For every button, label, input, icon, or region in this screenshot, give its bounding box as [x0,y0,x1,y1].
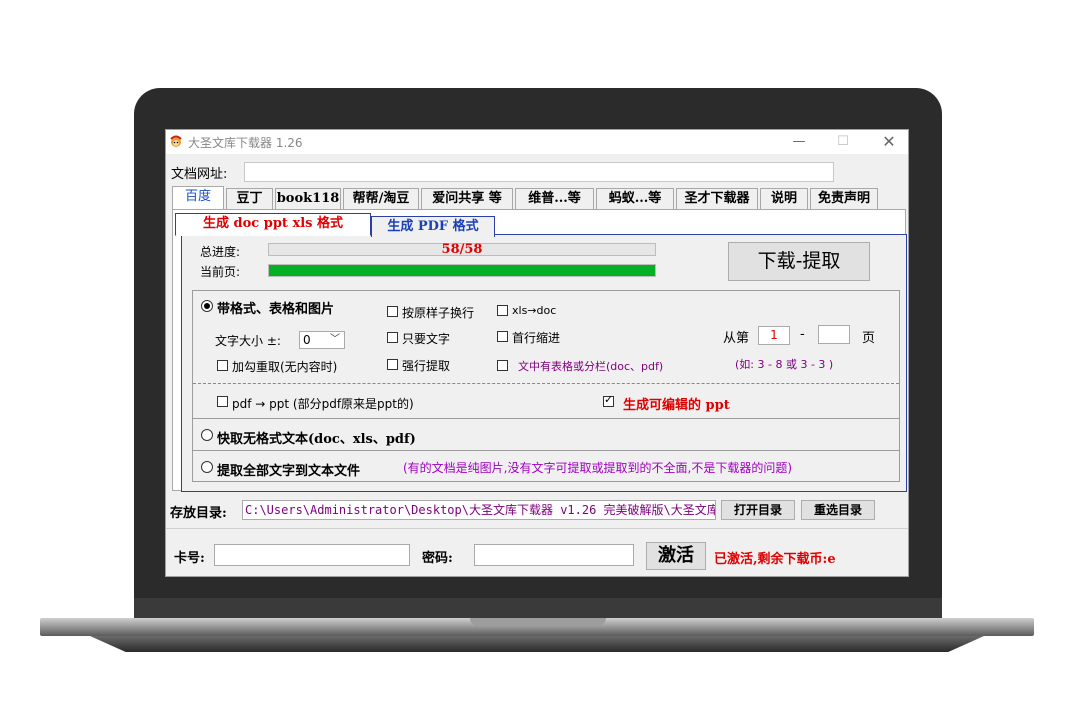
format-radio[interactable] [201,300,213,312]
window-title: 大圣文库下载器 1.26 [188,136,303,150]
font-size-select[interactable]: 0 ﹀ [299,331,345,349]
tab-weipu[interactable]: 维普...等 [515,188,594,209]
title-bar: 大圣文库下载器 1.26 — ☐ ✕ [166,130,908,154]
hook-retry-label: 加勾重取(无内容时) [232,360,338,374]
card-number-input[interactable] [214,544,410,566]
doc-format-panel: 总进度: 58/58 当前页: 下载-提取 带格式、表格和图片 文字大小 ±: … [181,234,907,492]
first-indent-label: 首行缩进 [512,331,561,345]
footer-separator [166,528,908,529]
from-page-label: 从第 [723,331,750,346]
tab-disclaimer[interactable]: 免责声明 [810,188,878,209]
close-button[interactable]: ✕ [874,132,904,152]
page-progress-label: 当前页: [200,265,241,279]
options-separator-1 [193,418,899,419]
tab-iask[interactable]: 爱问共享 等 [421,188,513,209]
text-only-label: 只要文字 [402,332,451,346]
force-extract-label: 强行提取 [402,359,451,373]
font-size-label: 文字大小 ±: [215,334,281,348]
options-group: 带格式、表格和图片 文字大小 ±: 0 ﹀ 加勾重取(无内容时) 按原样子换行 … [192,290,900,482]
reselect-dir-button[interactable]: 重选目录 [801,500,875,520]
tab-mayi[interactable]: 蚂蚁...等 [596,188,674,209]
options-divider [193,383,899,384]
tab-baidu[interactable]: 百度 [172,186,224,210]
table-columns-checkbox[interactable] [497,360,508,371]
page-progress-bar [268,264,656,277]
editable-ppt-label: 生成可编辑的 ppt [623,398,730,413]
format-radio-label: 带格式、表格和图片 [217,302,335,317]
first-indent-checkbox[interactable] [497,331,508,342]
total-progress-label: 总进度: [200,245,241,259]
all-text-label: 提取全部文字到文本文件 [217,464,361,479]
subtab-pdf-format[interactable]: 生成 PDF 格式 [371,216,495,237]
text-only-checkbox[interactable] [387,332,398,343]
quick-text-label: 快取无格式文本(doc、xls、pdf) [217,432,416,447]
force-extract-checkbox[interactable] [387,359,398,370]
tab-help[interactable]: 说明 [760,188,808,209]
save-dir-label: 存放目录: [170,506,227,521]
monkey-king-icon [170,135,182,147]
total-progress-bar: 58/58 [268,242,656,257]
tab-shengcai[interactable]: 圣才下载器 [676,188,758,209]
password-label: 密码: [422,551,453,566]
baidu-tab-page: 总进度: 58/58 当前页: 下载-提取 带格式、表格和图片 文字大小 ±: … [172,209,907,492]
from-page-input[interactable]: 1 [758,326,790,345]
app-window: 大圣文库下载器 1.26 — ☐ ✕ 文档网址: 百度 豆丁 book118 帮… [165,129,909,577]
open-dir-button[interactable]: 打开目录 [721,500,795,520]
subtab-doc-format[interactable]: 生成 doc ppt xls 格式 [175,213,371,236]
original-wrap-checkbox[interactable] [387,306,398,317]
quick-text-radio[interactable] [201,429,213,441]
laptop-base-shadow [90,636,984,652]
minimize-button[interactable]: — [784,132,814,152]
page-suffix-label: 页 [862,331,876,346]
page-range-hint: (如: 3 - 8 或 3 - 3 ) [735,358,834,371]
editable-ppt-checkbox[interactable] [603,393,614,407]
tab-book118[interactable]: book118 [275,188,341,209]
maximize-button[interactable]: ☐ [828,132,858,152]
page-range-dash: - [800,327,805,342]
original-wrap-label: 按原样子换行 [402,306,475,320]
to-page-input[interactable] [818,325,850,344]
url-label: 文档网址: [171,167,228,182]
activate-button[interactable]: 激活 [646,542,706,570]
card-number-label: 卡号: [174,551,205,566]
table-columns-label: 文中有表格或分栏(doc、pdf) [518,360,664,373]
activation-status: 已激活,剩余下载币:e [714,552,836,567]
chevron-down-icon: ﹀ [330,334,340,345]
pdf-ppt-checkbox[interactable] [217,396,228,407]
download-extract-button[interactable]: 下载-提取 [728,242,870,281]
laptop-bezel-bottom [134,598,942,620]
xls-doc-checkbox[interactable] [497,305,508,316]
tab-docin[interactable]: 豆丁 [226,188,273,209]
pdf-ppt-label: pdf → ppt (部分pdf原来是ppt的) [232,397,414,411]
page-progress-fill [269,265,655,276]
laptop-notch [470,618,606,626]
xls-doc-label: xls→doc [512,304,557,317]
tab-bangbang[interactable]: 帮帮/淘豆 [343,188,419,209]
hook-retry-checkbox[interactable] [217,360,228,371]
all-text-note: (有的文档是纯图片,没有文字可提取或提取到的不全面,不是下载器的问题) [403,461,792,475]
font-size-value: 0 [303,333,311,347]
url-input[interactable] [244,162,834,182]
all-text-radio[interactable] [201,461,213,473]
options-separator-2 [193,450,899,451]
password-input[interactable] [474,544,634,566]
save-dir-input[interactable]: C:\Users\Administrator\Desktop\大圣文库下载器 v… [242,500,716,520]
total-progress-text: 58/58 [441,242,483,257]
